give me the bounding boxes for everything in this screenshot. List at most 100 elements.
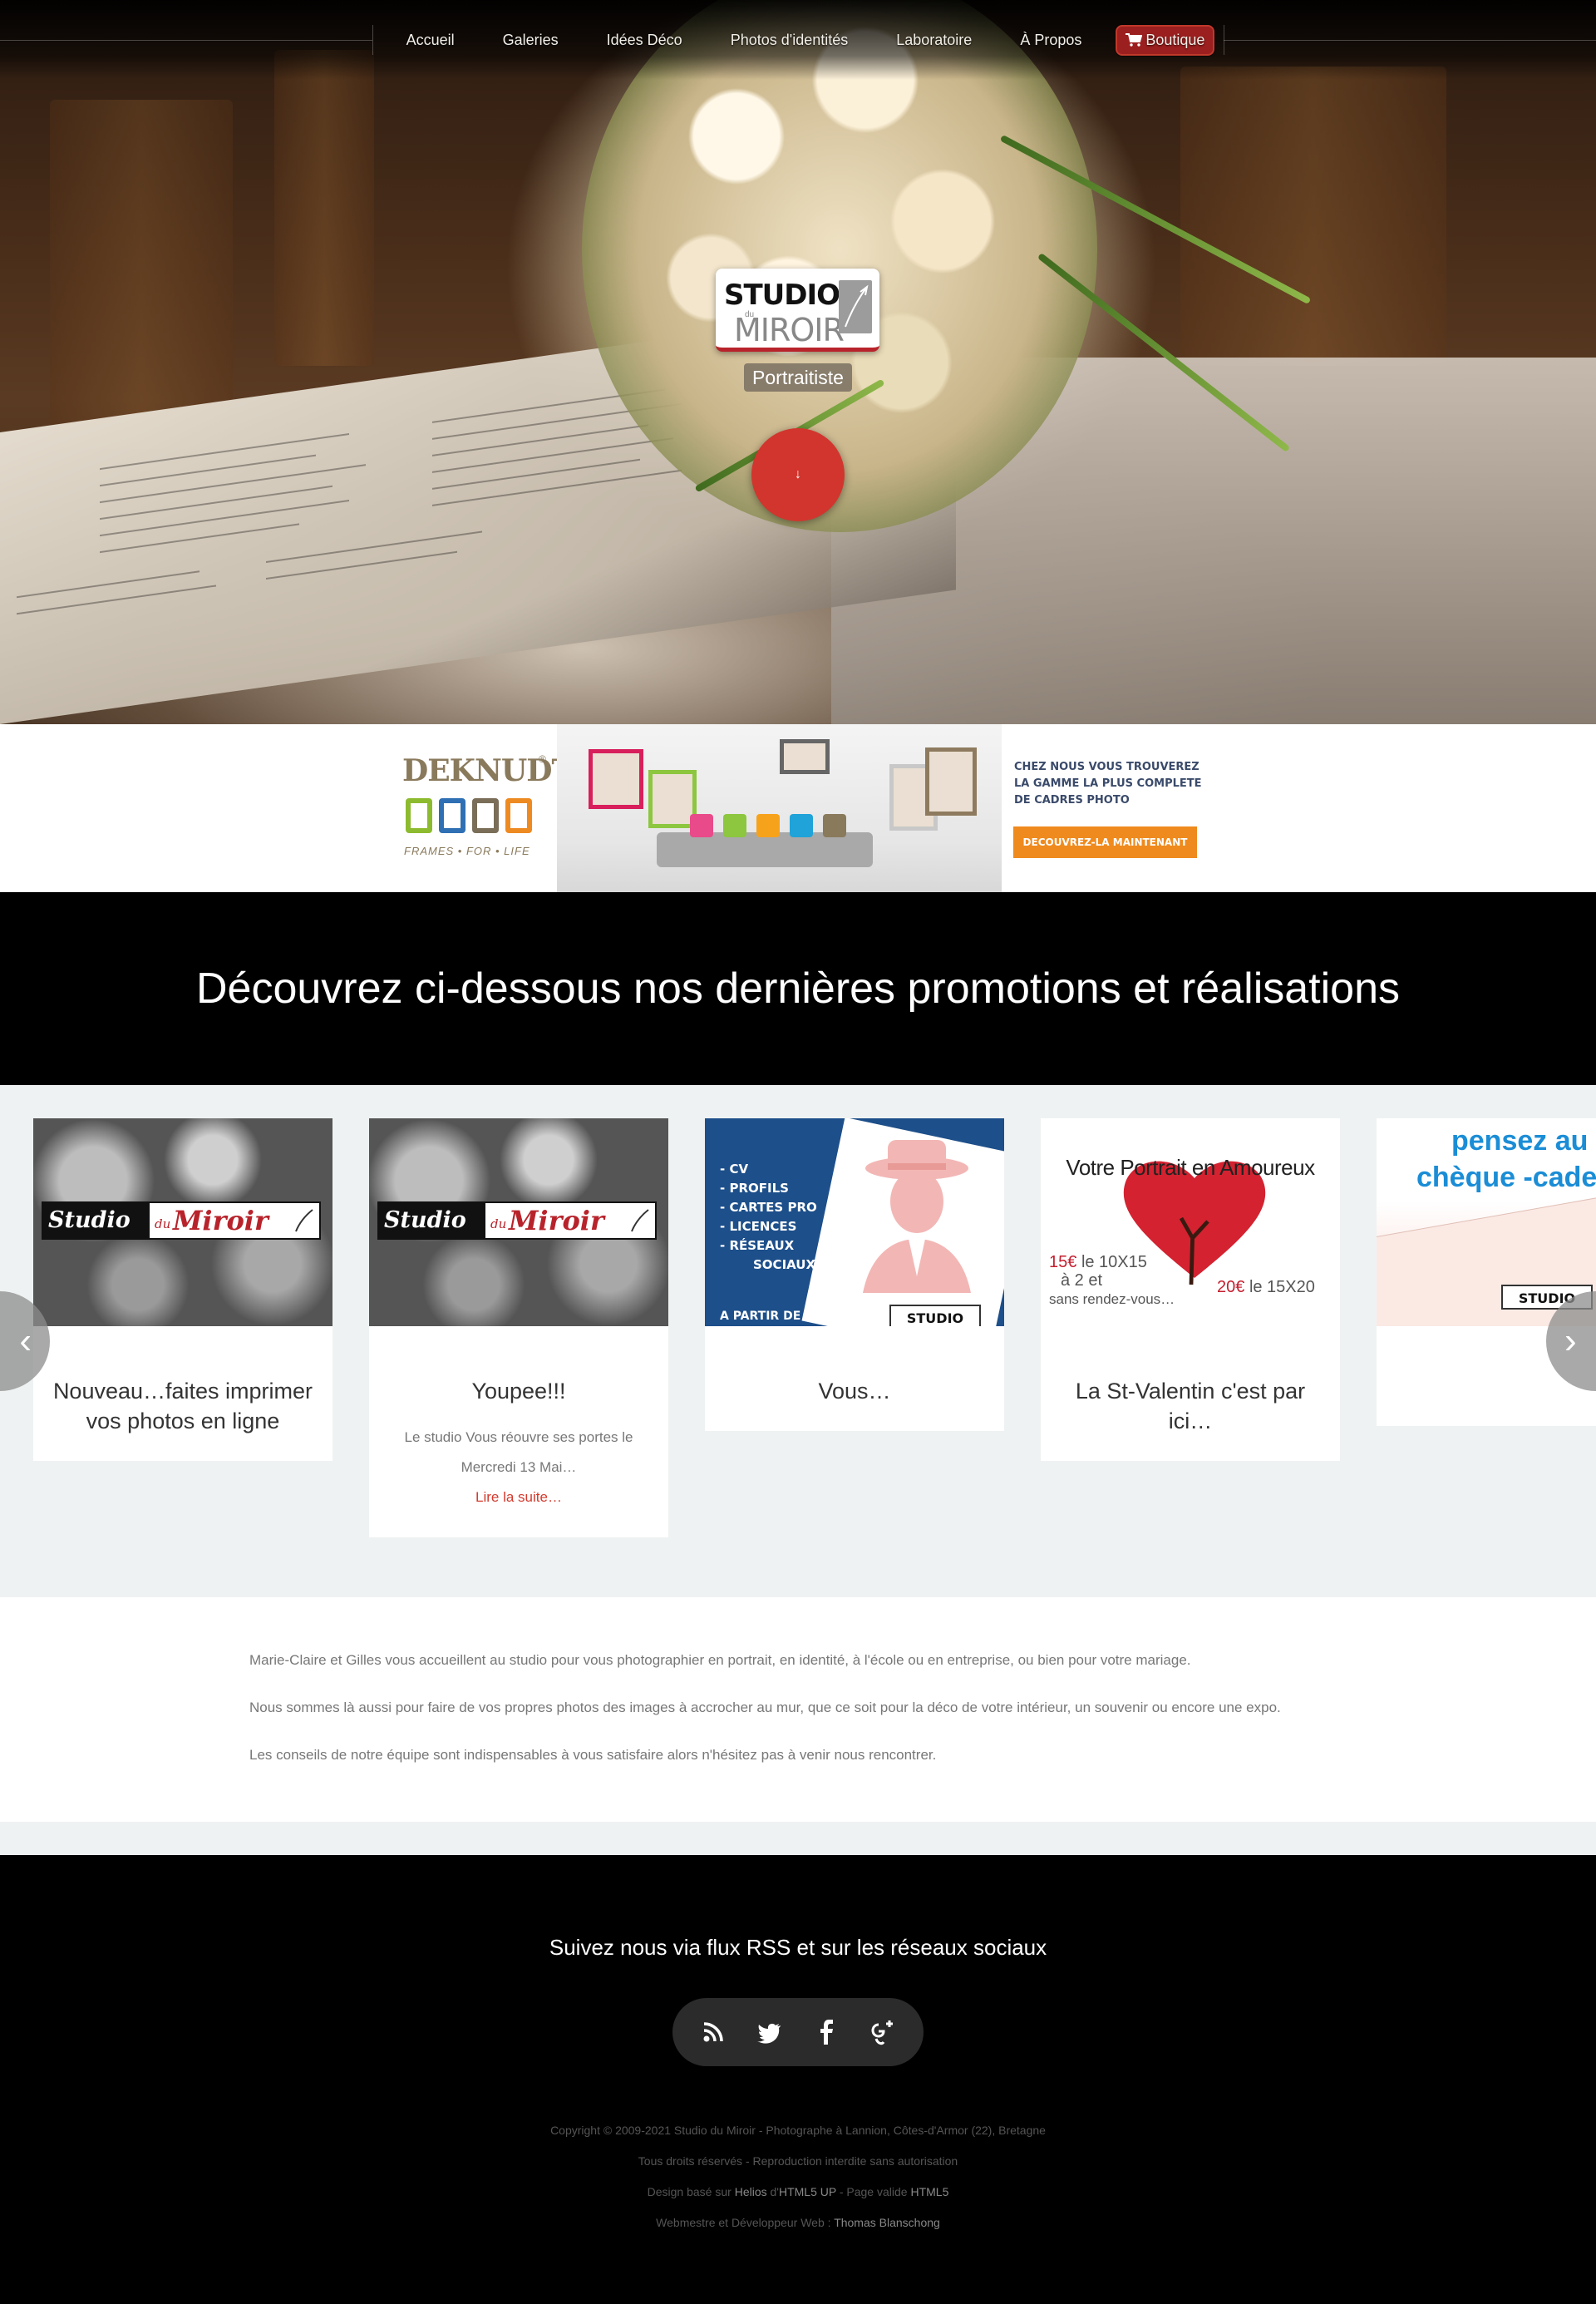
nav-item-accueil[interactable]: Accueil — [382, 32, 479, 49]
design-mid2: - Page valide — [839, 2185, 908, 2198]
valentine-price-2: 20€ — [1217, 1278, 1245, 1296]
photo-frame-image — [925, 747, 977, 816]
carousel-card[interactable]: Studio du Miroir Youpee!!! Le studio Vou… — [369, 1118, 668, 1537]
banner-pitch-line: LA GAMME LA PLUS COMPLETE — [1014, 777, 1202, 790]
cushion-image — [690, 814, 713, 837]
gift-voucher-line2: chèque -cade — [1416, 1162, 1596, 1193]
nav-item-photos-identites[interactable]: Photos d'identités — [707, 32, 873, 49]
webmaster-prefix: Webmestre et Développeur Web : — [656, 2216, 831, 2229]
plate-du-text: du — [155, 1216, 171, 1231]
promotions-heading: Découvrez ci-dessous nos dernières promo… — [0, 892, 1596, 1085]
html5-valid-link[interactable]: HTML5 — [910, 2185, 948, 2198]
deknudt-logo: DEKNUDT ® FRAMES • FOR • LIFE — [402, 753, 574, 861]
helios-link[interactable]: Helios — [735, 2185, 767, 2198]
valentine-offer-1: 15€ le 10X15 à 2 et sans rendez-vous… — [1049, 1253, 1175, 1309]
carousel-card[interactable]: Studio du Miroir Nouveau…faites imprimer… — [33, 1118, 332, 1461]
cv-service-item: SOCIAUX — [753, 1257, 816, 1272]
carousel-card[interactable]: - CV - PROFILS - CARTES PRO - LICENCES -… — [705, 1118, 1004, 1431]
feather-icon — [631, 1209, 649, 1232]
feather-icon — [295, 1209, 313, 1232]
cart-icon — [1126, 32, 1143, 47]
sofa-image — [657, 832, 873, 867]
banner-pitch-line: CHEZ NOUS VOUS TROUVEREZ — [1014, 761, 1199, 773]
nav-item-galeries[interactable]: Galeries — [479, 32, 583, 49]
logo-mark-icon — [839, 280, 872, 333]
carousel-card[interactable]: Votre Portrait en Amoureux 15€ le 10X15 … — [1041, 1118, 1340, 1461]
deknudt-wordmark: DEKNUDT — [402, 753, 574, 788]
frame-icon — [439, 798, 466, 833]
valentine-offer-1-line3: sans rendez-vous… — [1049, 1291, 1175, 1307]
nav-divider — [0, 40, 372, 41]
studio-logo[interactable]: STUDIO du MIROIR — [716, 269, 879, 352]
cv-service-item: - RÉSEAUX — [720, 1238, 795, 1253]
page: STUDIO du MIROIR Portraitiste ↓ Accueil … — [0, 0, 1596, 2304]
carousel-card[interactable]: pensez au chèque -cade STUDIO — [1377, 1118, 1596, 1426]
card-thumbnail[interactable]: - CV - PROFILS - CARTES PRO - LICENCES -… — [705, 1118, 1004, 1326]
intro-paragraph: Les conseils de notre équipe sont indisp… — [249, 1747, 937, 1763]
nav-divider — [1224, 40, 1596, 41]
valentine-format-2: le 15X20 — [1249, 1278, 1315, 1296]
photo-frame-image — [589, 749, 643, 809]
card-title[interactable]: Vous… — [722, 1376, 988, 1406]
cushion-image — [790, 814, 813, 837]
google-plus-icon[interactable] — [869, 2018, 897, 2046]
cv-service-item: - CARTES PRO — [720, 1200, 817, 1215]
cushion-image — [823, 814, 846, 837]
deknudt-tagline: FRAMES • FOR • LIFE — [404, 845, 530, 857]
webmaster-link[interactable]: Thomas Blanschong — [834, 2216, 940, 2229]
cv-services-list: - CV - PROFILS - CARTES PRO - LICENCES -… — [720, 1160, 817, 1275]
footer-heading: Suivez nous via flux RSS et sur les rése… — [549, 1935, 1047, 1960]
read-more-link[interactable]: Lire la suite… — [386, 1483, 652, 1512]
hero-tagline: Portraitiste — [744, 363, 852, 392]
studio-intro: Marie-Claire et Gilles vous accueillent … — [0, 1597, 1596, 1822]
card-body: Vous… — [705, 1326, 1004, 1431]
plate-studio-text: Studio — [379, 1203, 485, 1238]
design-mid: d' — [770, 2185, 779, 2198]
cv-service-item: - LICENCES — [720, 1219, 797, 1234]
card-thumbnail[interactable]: pensez au chèque -cade STUDIO — [1377, 1118, 1596, 1326]
card-thumbnail[interactable]: Studio du Miroir — [369, 1118, 668, 1326]
arrow-down-icon: ↓ — [795, 467, 801, 481]
card-title[interactable]: Youpee!!! — [386, 1376, 652, 1406]
nav-item-a-propos[interactable]: À Propos — [996, 32, 1106, 49]
chevron-right-icon: › — [1564, 1320, 1577, 1361]
discover-frames-button[interactable]: DECOUVREZ-LA MAINTENANT — [1013, 826, 1197, 858]
card-title[interactable]: Nouveau…faites imprimer vos photos en li… — [50, 1376, 316, 1436]
html5up-link[interactable]: HTML5 UP — [779, 2185, 836, 2198]
banner-pitch-line: DE CADRES PHOTO — [1014, 794, 1130, 807]
photo-frame-image — [780, 739, 830, 774]
valentine-offer-1-line2: à 2 et — [1061, 1271, 1103, 1290]
card-excerpt: Le studio Vous réouvre ses portes le Mer… — [404, 1429, 633, 1475]
deknudt-banner[interactable]: DEKNUDT ® FRAMES • FOR • LIFE CHEZ NOUS … — [0, 724, 1596, 892]
promotions-carousel: Studio du Miroir Nouveau…faites imprimer… — [0, 1085, 1596, 1597]
card-thumbnail[interactable]: Votre Portrait en Amoureux 15€ le 10X15 … — [1041, 1118, 1340, 1326]
studio-stamp: STUDIO — [889, 1305, 981, 1326]
hero-bg-pew — [274, 50, 374, 366]
nav-menu: Accueil Galeries Idées Déco Photos d'ide… — [373, 0, 1224, 80]
nav-item-laboratoire[interactable]: Laboratoire — [872, 32, 996, 49]
footer-webmaster-credit: Webmestre et Développeur Web : Thomas Bl… — [0, 2216, 1596, 2229]
gift-voucher-line1: pensez au — [1451, 1125, 1589, 1157]
boutique-label: Boutique — [1145, 31, 1205, 48]
frame-icon — [505, 798, 532, 833]
card-body: Nouveau…faites imprimer vos photos en li… — [33, 1326, 332, 1461]
scroll-down-button[interactable]: ↓ — [751, 428, 845, 521]
logo-text-miroir: MIROIR — [734, 312, 845, 348]
nav-item-boutique[interactable]: Boutique — [1116, 24, 1215, 56]
logo-text-studio: STUDIO — [724, 279, 840, 312]
nav-item-idees-deco[interactable]: Idées Déco — [583, 32, 707, 49]
footer-design-credit: Design basé sur Helios d'HTML5 UP - Page… — [0, 2185, 1596, 2198]
twitter-icon[interactable] — [756, 2018, 784, 2046]
cv-price: A PARTIR DE 50 € — [720, 1310, 834, 1323]
hero-bg-pew — [50, 100, 233, 449]
card-title[interactable]: La St-Valentin c'est par ici… — [1057, 1376, 1323, 1436]
banner-pitch: CHEZ NOUS VOUS TROUVEREZ LA GAMME LA PLU… — [1014, 759, 1214, 809]
cushion-image — [723, 814, 746, 837]
hero-bg-pew — [1180, 67, 1446, 366]
card-body: Youpee!!! Le studio Vous réouvre ses por… — [369, 1326, 668, 1537]
card-thumbnail[interactable]: Studio du Miroir — [33, 1118, 332, 1326]
frame-icon — [472, 798, 499, 833]
rss-icon[interactable] — [699, 2018, 727, 2046]
valentine-price-1: 15€ — [1049, 1253, 1077, 1271]
facebook-icon[interactable] — [812, 2018, 840, 2046]
